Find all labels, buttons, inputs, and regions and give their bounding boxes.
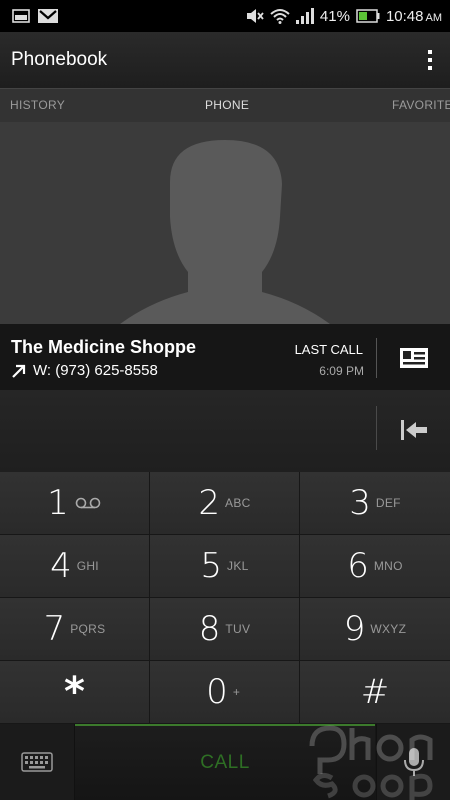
microphone-icon	[404, 748, 424, 776]
outgoing-call-arrow-icon	[12, 364, 26, 378]
clock-time: 10:48	[385, 7, 424, 25]
image-icon	[12, 9, 30, 23]
battery-icon	[356, 9, 380, 23]
key-1[interactable]: 1	[0, 472, 150, 535]
contact-photo	[0, 122, 450, 324]
key-letters: PQRS	[70, 622, 106, 636]
status-bar: 41% 10:48 AM	[0, 0, 450, 32]
key-digit: 7	[43, 609, 66, 649]
last-call-time: 6:09 PM	[319, 364, 364, 378]
key-4[interactable]: 4 GHI	[0, 535, 150, 598]
key-8[interactable]: 8 TUV	[150, 598, 300, 661]
last-call-label: LAST CALL	[294, 342, 363, 357]
app-title: Phonebook	[11, 49, 108, 70]
tab-favorites[interactable]: FAVORITES	[392, 98, 450, 112]
clock-ampm: AM	[425, 11, 443, 24]
key-digit: 1	[47, 483, 69, 523]
backspace-icon	[401, 420, 427, 440]
key-letters: WXYZ	[370, 622, 407, 636]
voice-dial-button[interactable]	[376, 724, 450, 800]
divider	[376, 338, 377, 378]
key-digit: 5	[200, 546, 223, 586]
key-digit: 2	[198, 483, 221, 523]
backspace-button[interactable]	[386, 400, 442, 460]
call-button[interactable]: CALL	[75, 724, 375, 800]
key-star[interactable]: *	[0, 661, 150, 724]
key-9[interactable]: 9 WXYZ	[300, 598, 450, 661]
key-letters: ABC	[225, 496, 251, 510]
battery-percent: 41%	[319, 7, 350, 25]
voicemail-icon	[75, 497, 101, 509]
mute-icon	[246, 9, 264, 23]
last-call-contact[interactable]: The Medicine Shoppe W: (973) 625-8558 LA…	[0, 324, 450, 390]
wifi-icon	[270, 9, 290, 24]
key-0[interactable]: 0 +	[150, 661, 300, 724]
key-letters: DEF	[375, 496, 401, 510]
key-letters: MNO	[373, 559, 403, 573]
key-3[interactable]: 3 DEF	[300, 472, 450, 535]
key-digit: *	[64, 669, 85, 715]
key-2[interactable]: 2 ABC	[150, 472, 300, 535]
key-digit: 0	[206, 672, 228, 712]
person-silhouette-icon	[120, 140, 330, 324]
key-digit: 3	[349, 483, 371, 523]
key-letters: +	[232, 685, 241, 699]
tab-phone[interactable]: PHONE	[205, 98, 249, 112]
key-6[interactable]: 6 MNO	[300, 535, 450, 598]
key-digit: 6	[347, 546, 369, 586]
clock: 10:48 AM	[386, 8, 442, 25]
key-letters: TUV	[225, 622, 251, 636]
key-7[interactable]: 7 PQRS	[0, 598, 150, 661]
tab-history[interactable]: HISTORY	[10, 98, 65, 112]
dial-keypad: 1 2 ABC 3 DEF 4 GHI 5 JKL 6 MNO 7 PQRS 8…	[0, 472, 450, 724]
tab-bar: HISTORY PHONE FAVORITES	[0, 88, 450, 123]
contact-name: The Medicine Shoppe	[11, 337, 197, 357]
key-digit: 4	[50, 546, 72, 586]
contact-number: W: (973) 625-8558	[33, 362, 158, 379]
key-hash[interactable]: #	[300, 661, 450, 724]
signal-icon	[295, 8, 314, 24]
contact-card-icon	[400, 348, 428, 368]
contact-card-button[interactable]	[386, 338, 442, 378]
bottom-action-bar: CALL	[0, 724, 450, 800]
divider	[376, 406, 377, 450]
keyboard-icon	[21, 752, 53, 772]
overflow-menu-icon[interactable]	[410, 32, 450, 88]
gmail-icon	[38, 9, 58, 23]
contact-number-row: W: (973) 625-8558	[11, 362, 158, 379]
dial-number-field[interactable]	[0, 390, 450, 472]
key-5[interactable]: 5 JKL	[150, 535, 300, 598]
app-bar: Phonebook	[0, 32, 450, 88]
key-digit: #	[360, 672, 390, 712]
key-letters: GHI	[76, 559, 99, 573]
key-letters: JKL	[227, 559, 249, 573]
key-digit: 9	[343, 609, 366, 649]
key-digit: 8	[198, 609, 221, 649]
keyboard-button[interactable]	[0, 724, 75, 800]
